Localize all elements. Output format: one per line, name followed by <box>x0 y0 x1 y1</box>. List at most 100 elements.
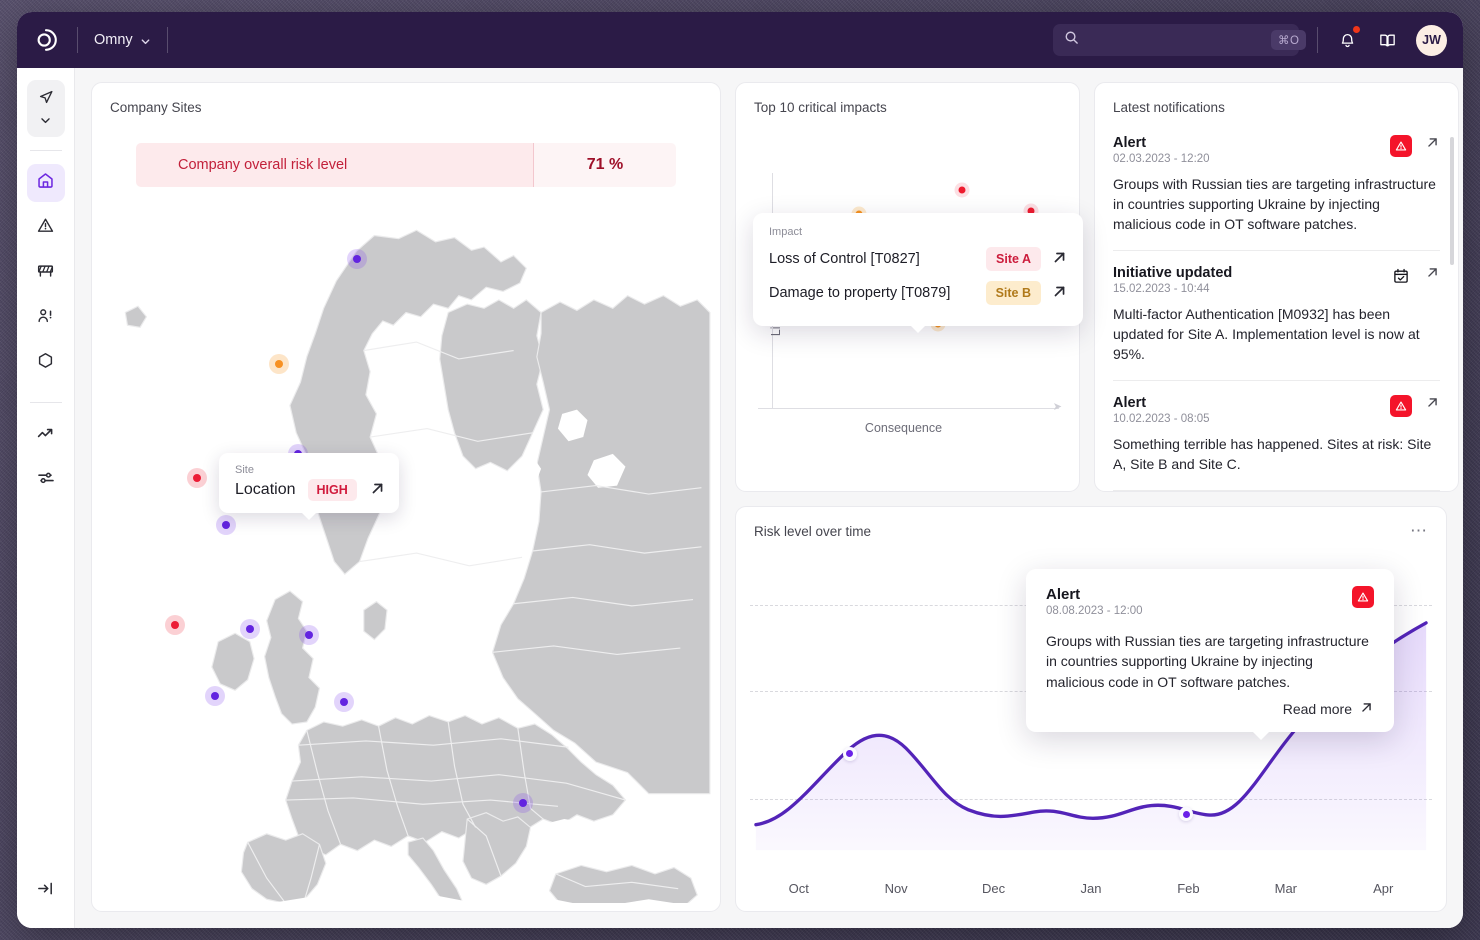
arrow-up-right-icon[interactable] <box>1051 249 1067 270</box>
sidebar-item-people[interactable] <box>27 299 65 337</box>
app-body: Company Sites Company overall risk level… <box>17 68 1463 928</box>
x-tick-label: Feb <box>1177 880 1200 896</box>
map-pin[interactable] <box>334 691 355 712</box>
list-item[interactable]: Alert 10.02.2023 - 08:05 Something terri… <box>1113 381 1440 491</box>
impact-name: Damage to property [T0879] <box>769 285 951 301</box>
top-bar: Omny ⌘O JW <box>17 12 1463 68</box>
notification-body: Something terrible has happened. Sites a… <box>1113 436 1432 473</box>
data-point-marker[interactable] <box>1179 807 1194 822</box>
notification-dot-badge <box>1353 26 1360 33</box>
map-pin[interactable] <box>268 353 289 374</box>
warning-triangle-icon <box>36 216 55 240</box>
sidebar <box>17 68 75 928</box>
notification-title: Initiative updated <box>1113 265 1233 282</box>
map-column: Company Sites Company overall risk level… <box>91 82 721 912</box>
overall-risk-value: 71 % <box>533 143 676 187</box>
arrow-up-right-icon[interactable] <box>369 480 385 501</box>
site-tooltip[interactable]: Site Location HIGH <box>219 453 399 520</box>
x-tick-label: Apr <box>1373 880 1394 896</box>
sidebar-collapse-button[interactable] <box>27 872 65 910</box>
sidebar-item-alerts[interactable] <box>27 209 65 247</box>
arrow-up-right-icon[interactable] <box>1424 395 1440 414</box>
person-alert-icon <box>36 306 55 330</box>
navigation-send-icon <box>37 88 55 111</box>
map-pin[interactable] <box>239 619 260 640</box>
latest-notifications-title: Latest notifications <box>1113 100 1225 115</box>
map-pin[interactable] <box>216 514 237 535</box>
chart-alert-tooltip[interactable]: Alert 08.08.2023 - 12:00 Groups with Rus… <box>1026 569 1394 740</box>
critical-impacts-title: Top 10 critical impacts <box>754 100 887 115</box>
list-item[interactable]: Initiative updated 15.02.2023 - 10:44 Mu… <box>1113 251 1440 382</box>
tooltip-tail <box>1252 730 1270 740</box>
tooltip-tail <box>910 325 926 333</box>
site-badge: Site B <box>985 281 1041 305</box>
map-pin[interactable] <box>164 614 185 635</box>
search-input[interactable] <box>1087 32 1263 48</box>
notification-time: 15.02.2023 - 10:44 <box>1113 283 1210 296</box>
arrow-up-right-icon <box>1359 700 1374 718</box>
notification-body: Groups with Russian ties are targeting i… <box>1113 176 1436 233</box>
read-more-label: Read more <box>1282 700 1352 717</box>
impact-name: Loss of Control [T0827] <box>769 251 920 267</box>
sidebar-item-barriers[interactable] <box>27 254 65 292</box>
tooltip-title: Alert <box>1046 586 1081 603</box>
site-tooltip-row: Location HIGH <box>235 479 385 501</box>
more-horizontal-icon[interactable]: ⋯ <box>1410 522 1428 539</box>
impact-tooltip[interactable]: Impact Loss of Control [T0827] Site A Da… <box>753 213 1083 333</box>
search-shortcut-badge: ⌘O <box>1271 30 1307 50</box>
arrow-up-right-icon[interactable] <box>1424 135 1440 154</box>
chevron-down-icon <box>39 114 52 132</box>
book-icon[interactable] <box>1372 25 1402 55</box>
app-window: Omny ⌘O JW Company Sites Company overall… <box>17 12 1463 928</box>
map-pin[interactable] <box>299 624 320 645</box>
impact-row[interactable]: Loss of Control [T0827] Site A <box>769 242 1067 276</box>
dashboard-canvas: Company Sites Company overall risk level… <box>75 68 1463 928</box>
notification-header: Alert 02.03.2023 - 12:20 <box>1113 135 1440 165</box>
right-column: Top 10 critical impacts ➤ Likelihood Con… <box>735 82 1459 912</box>
impact-row[interactable]: Damage to property [T0879] Site B <box>769 276 1067 310</box>
list-item[interactable]: Alert 02.03.2023 - 12:20 Groups with Rus… <box>1113 121 1440 252</box>
chevron-down-icon <box>140 35 151 46</box>
sidebar-item-navigate[interactable] <box>26 80 65 137</box>
notification-title: Alert <box>1113 135 1147 151</box>
x-tick-label: Oct <box>788 880 809 896</box>
data-point-marker[interactable] <box>842 746 857 761</box>
europe-map[interactable] <box>100 199 712 903</box>
read-more-link[interactable]: Read more <box>1046 700 1374 718</box>
divider <box>166 27 168 53</box>
org-switcher[interactable]: Omny <box>94 32 151 48</box>
x-tick-label: Nov <box>884 880 908 896</box>
x-axis <box>758 408 1059 409</box>
site-badge: Site A <box>986 247 1041 271</box>
site-tooltip-label: Site <box>235 464 254 476</box>
map-pin[interactable] <box>512 793 533 814</box>
notifications-list[interactable]: Alert 02.03.2023 - 12:20 Groups with Rus… <box>1095 115 1458 491</box>
notifications-scrollbar[interactable] <box>1450 137 1454 265</box>
sidebar-item-home[interactable] <box>26 164 65 202</box>
divider <box>77 27 78 53</box>
map-pin[interactable] <box>347 248 368 269</box>
scatter-point[interactable] <box>954 182 970 198</box>
tooltip-time: 08.08.2023 - 12:00 <box>1046 605 1143 617</box>
search-icon <box>1064 30 1079 50</box>
alert-triangle-icon <box>1352 586 1374 608</box>
avatar[interactable]: JW <box>1416 24 1447 56</box>
impact-tooltip-label: Impact <box>769 226 803 238</box>
x-tick-label: Dec <box>981 880 1006 896</box>
notification-time: 02.03.2023 - 12:20 <box>1113 153 1210 165</box>
map-pin[interactable] <box>205 686 226 707</box>
map-pin[interactable] <box>187 468 208 489</box>
company-sites-card: Company Sites Company overall risk level… <box>91 82 721 912</box>
risk-over-time-card: Risk level over time ⋯ Oct Nov Dec Jan F… <box>735 506 1447 912</box>
sidebar-item-assets[interactable] <box>27 344 65 382</box>
sidebar-item-settings[interactable] <box>27 461 65 499</box>
omny-logo-icon[interactable] <box>31 25 61 55</box>
search-box[interactable]: ⌘O <box>1053 24 1307 56</box>
notification-time: 10.02.2023 - 08:05 <box>1113 413 1210 426</box>
bell-icon[interactable] <box>1332 25 1362 55</box>
hexagon-icon <box>36 351 55 375</box>
calendar-check-icon <box>1390 265 1412 287</box>
sidebar-item-trends[interactable] <box>27 416 65 454</box>
arrow-up-right-icon[interactable] <box>1424 265 1440 284</box>
arrow-up-right-icon[interactable] <box>1051 283 1067 304</box>
